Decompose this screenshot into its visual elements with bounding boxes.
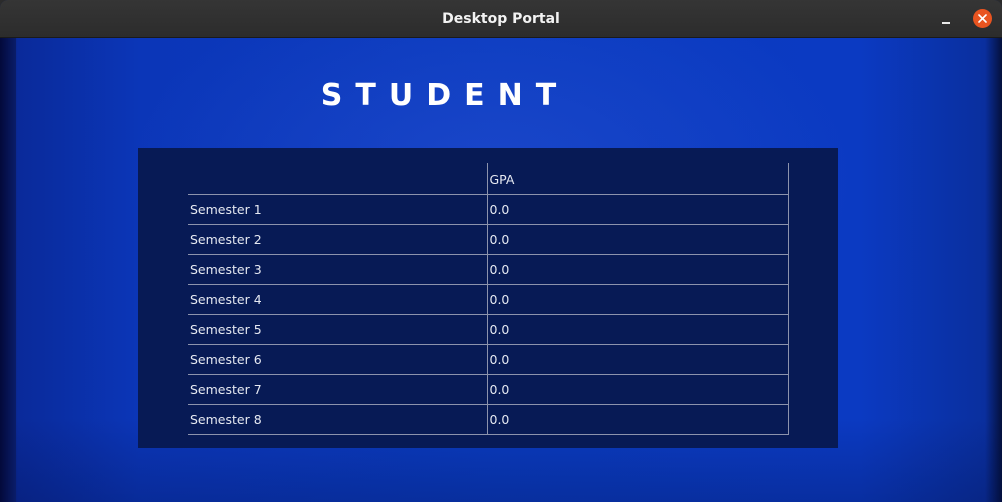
- semester-cell[interactable]: Semester 3: [188, 254, 487, 285]
- semester-cell[interactable]: Semester 7: [188, 374, 487, 405]
- gpa-cell[interactable]: 0.0: [486, 194, 789, 225]
- table-row[interactable]: Semester 7 0.0: [188, 374, 789, 405]
- gpa-cell[interactable]: 0.0: [486, 284, 789, 315]
- table-row[interactable]: Semester 2 0.0: [188, 224, 789, 255]
- gpa-table: GPA Semester 1 0.0 Semester 2 0.0 Semester 3…: [188, 163, 789, 435]
- gpa-cell[interactable]: 0.0: [486, 344, 789, 375]
- page-title: STUDENT: [320, 78, 570, 113]
- close-button[interactable]: [973, 9, 992, 28]
- semester-cell[interactable]: Semester 8: [188, 404, 487, 435]
- gpa-panel: GPA Semester 1 0.0 Semester 2 0.0 Semester 3…: [138, 148, 838, 448]
- table-row[interactable]: Semester 8 0.0: [188, 404, 789, 435]
- column-header-label[interactable]: [188, 163, 487, 195]
- gpa-cell[interactable]: 0.0: [486, 254, 789, 285]
- gpa-cell[interactable]: 0.0: [486, 224, 789, 255]
- app-window: Desktop Portal STUDENT GPA Semester 1 0.…: [0, 0, 1002, 502]
- window-title: Desktop Portal: [442, 11, 560, 27]
- gpa-cell[interactable]: 0.0: [486, 374, 789, 405]
- close-icon: [978, 14, 987, 23]
- main-content: STUDENT GPA Semester 1 0.0 Semester 2 0.0 Se…: [0, 38, 1002, 502]
- table-row[interactable]: Semester 3 0.0: [188, 254, 789, 285]
- semester-cell[interactable]: Semester 4: [188, 284, 487, 315]
- semester-cell[interactable]: Semester 1: [188, 194, 487, 225]
- table-row[interactable]: Semester 4 0.0: [188, 284, 789, 315]
- semester-cell[interactable]: Semester 6: [188, 344, 487, 375]
- table-header-row: GPA: [188, 163, 789, 195]
- column-header-gpa[interactable]: GPA: [486, 163, 789, 195]
- table-row[interactable]: Semester 5 0.0: [188, 314, 789, 345]
- semester-cell[interactable]: Semester 2: [188, 224, 487, 255]
- left-edge: [0, 38, 16, 502]
- semester-cell[interactable]: Semester 5: [188, 314, 487, 345]
- gpa-cell[interactable]: 0.0: [486, 314, 789, 345]
- table-row[interactable]: Semester 6 0.0: [188, 344, 789, 375]
- table-row[interactable]: Semester 1 0.0: [188, 194, 789, 225]
- minimize-button[interactable]: [936, 9, 956, 29]
- title-bar[interactable]: Desktop Portal: [0, 0, 1002, 38]
- gpa-cell[interactable]: 0.0: [486, 404, 789, 435]
